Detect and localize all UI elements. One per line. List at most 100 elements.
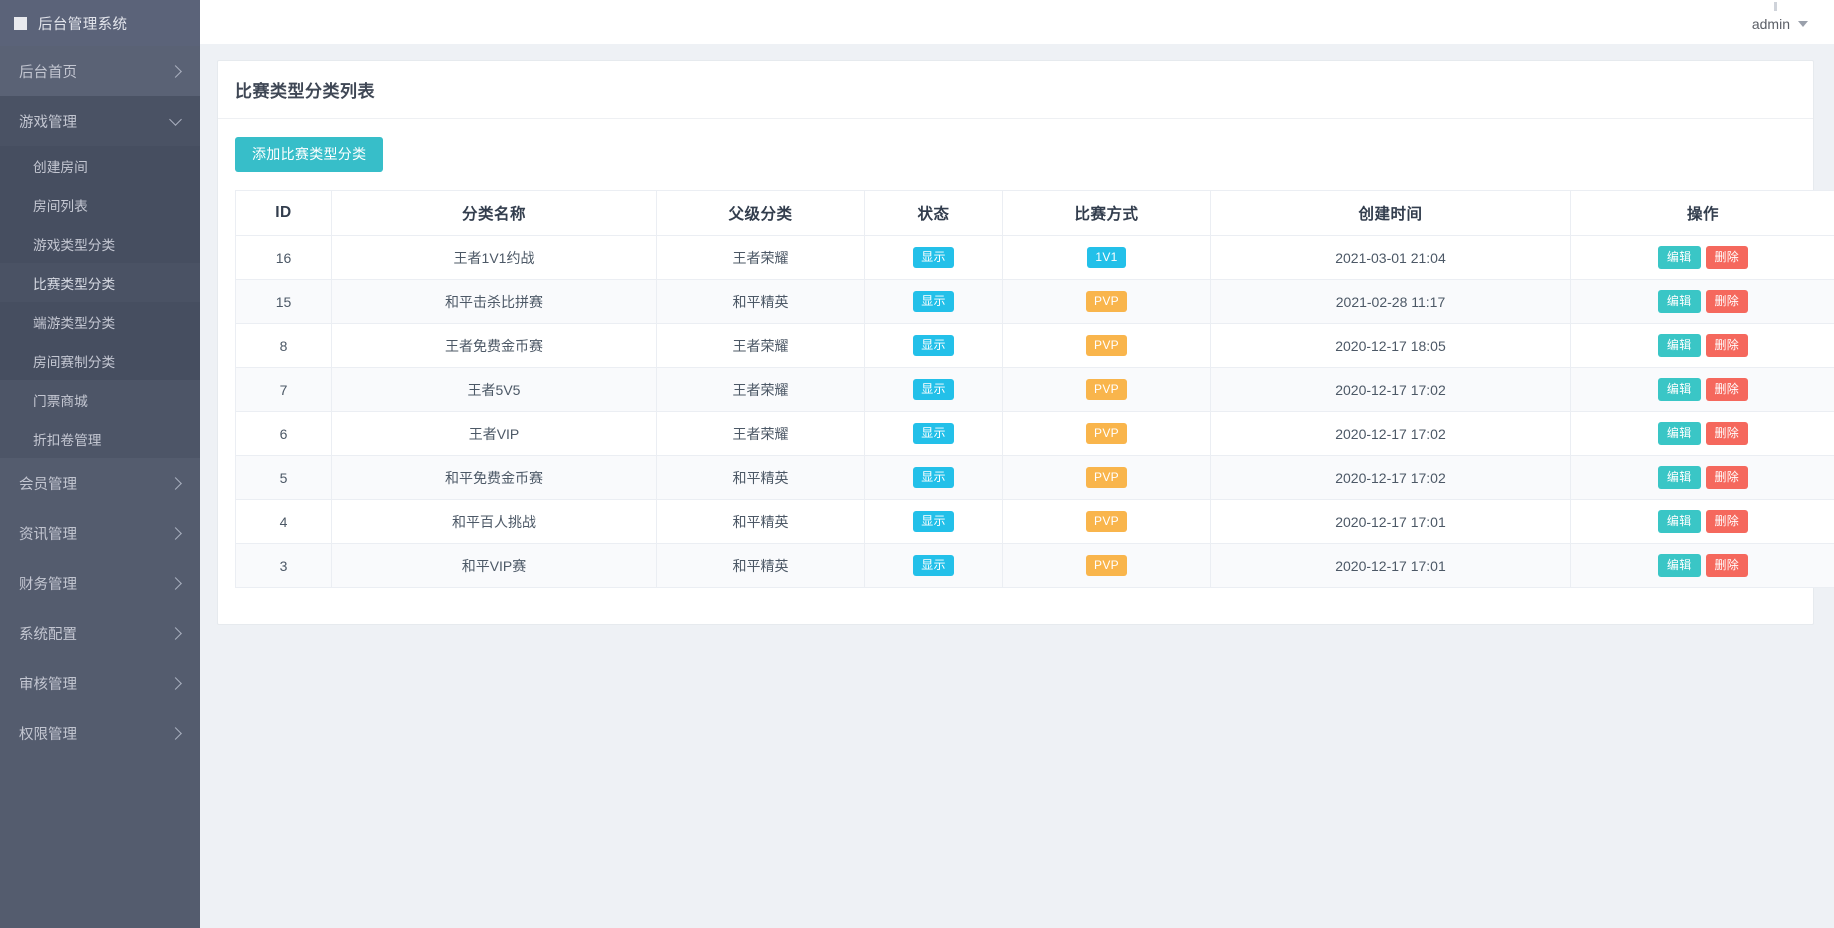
status-badge: 显示 [913, 467, 954, 488]
edit-button[interactable]: 编辑 [1658, 334, 1701, 357]
delete-button[interactable]: 删除 [1706, 378, 1749, 401]
table-column-header-1: 分类名称 [332, 191, 657, 236]
category-table: ID分类名称父级分类状态比赛方式创建时间操作 16王者1V1约战王者荣耀显示1V… [235, 190, 1834, 588]
delete-button[interactable]: 删除 [1706, 334, 1749, 357]
cell-state: 显示 [865, 324, 1003, 368]
sidebar-group-1[interactable]: 游戏管理 [0, 96, 200, 146]
table-column-header-3: 状态 [865, 191, 1003, 236]
sidebar-item-label: 创建房间 [33, 156, 88, 176]
sidebar-group-2[interactable]: 会员管理 [0, 458, 200, 508]
status-badge: 显示 [913, 511, 954, 532]
logo-square-icon [14, 17, 27, 30]
cell-created-time: 2020-12-17 17:01 [1211, 500, 1571, 544]
delete-button[interactable]: 删除 [1706, 246, 1749, 269]
delete-button[interactable]: 删除 [1706, 466, 1749, 489]
mode-badge: PVP [1086, 511, 1127, 532]
main-area: admin 比赛类型分类列表 添加比赛类型分类 [200, 0, 1834, 928]
sidebar-group-7[interactable]: 权限管理 [0, 708, 200, 758]
sidebar-item-1-2[interactable]: 游戏类型分类 [0, 224, 200, 263]
cell-created-time: 2020-12-17 17:02 [1211, 456, 1571, 500]
sidebar-submenu-1: 创建房间房间列表游戏类型分类比赛类型分类端游类型分类房间赛制分类门票商城折扣卷管… [0, 146, 200, 458]
chevron-right-icon [169, 477, 182, 490]
edit-button[interactable]: 编辑 [1658, 378, 1701, 401]
cell-name: 和平击杀比拼赛 [332, 280, 657, 324]
list-panel: 比赛类型分类列表 添加比赛类型分类 ID分类名称父级分类状态比赛方式创建时间操作 [217, 60, 1814, 625]
cell-mode: PVP [1003, 456, 1211, 500]
sidebar-group-label: 财务管理 [19, 573, 77, 594]
user-menu[interactable]: admin [1752, 12, 1808, 32]
sidebar-group-3[interactable]: 资讯管理 [0, 508, 200, 558]
edit-button[interactable]: 编辑 [1658, 290, 1701, 313]
cell-created-time: 2021-02-28 11:17 [1211, 280, 1571, 324]
cell-name: 和平百人挑战 [332, 500, 657, 544]
edit-button[interactable]: 编辑 [1658, 466, 1701, 489]
sidebar-item-1-7[interactable]: 折扣卷管理 [0, 419, 200, 458]
sidebar-item-1-5[interactable]: 房间赛制分类 [0, 341, 200, 380]
delete-button[interactable]: 删除 [1706, 510, 1749, 533]
delete-button[interactable]: 删除 [1706, 554, 1749, 577]
cell-parent: 王者荣耀 [657, 368, 865, 412]
cell-parent: 和平精英 [657, 456, 865, 500]
topbar: admin [200, 0, 1834, 44]
mode-badge: PVP [1086, 467, 1127, 488]
cell-name: 王者免费金币赛 [332, 324, 657, 368]
cell-id: 8 [236, 324, 332, 368]
cell-state: 显示 [865, 412, 1003, 456]
sidebar-item-label: 门票商城 [33, 390, 88, 410]
delete-button[interactable]: 删除 [1706, 290, 1749, 313]
sidebar-group-label: 系统配置 [19, 623, 77, 644]
sidebar: 后台管理系统 后台首页游戏管理创建房间房间列表游戏类型分类比赛类型分类端游类型分… [0, 0, 200, 928]
chevron-right-icon [169, 677, 182, 690]
cell-parent: 和平精英 [657, 544, 865, 588]
sidebar-group-6[interactable]: 审核管理 [0, 658, 200, 708]
cell-id: 16 [236, 236, 332, 280]
user-name-label: admin [1752, 16, 1790, 32]
sidebar-item-label: 游戏类型分类 [33, 234, 115, 254]
cell-id: 3 [236, 544, 332, 588]
sidebar-group-label: 资讯管理 [19, 523, 77, 544]
cell-mode: PVP [1003, 500, 1211, 544]
sidebar-item-1-1[interactable]: 房间列表 [0, 185, 200, 224]
operations-group: 编辑删除 [1571, 334, 1834, 357]
edit-button[interactable]: 编辑 [1658, 422, 1701, 445]
sidebar-item-1-4[interactable]: 端游类型分类 [0, 302, 200, 341]
table-row: 15和平击杀比拼赛和平精英显示PVP2021-02-28 11:17编辑删除 [236, 280, 1834, 324]
edit-button[interactable]: 编辑 [1658, 246, 1701, 269]
edit-button[interactable]: 编辑 [1658, 554, 1701, 577]
table-body: 16王者1V1约战王者荣耀显示1V12021-03-01 21:04编辑删除15… [236, 236, 1834, 588]
add-category-button[interactable]: 添加比赛类型分类 [235, 137, 383, 172]
cell-parent: 和平精英 [657, 500, 865, 544]
cell-mode: PVP [1003, 324, 1211, 368]
sidebar-item-label: 折扣卷管理 [33, 429, 101, 449]
cell-name: 和平免费金币赛 [332, 456, 657, 500]
delete-button[interactable]: 删除 [1706, 422, 1749, 445]
cell-parent: 王者荣耀 [657, 236, 865, 280]
cell-mode: PVP [1003, 368, 1211, 412]
status-badge: 显示 [913, 423, 954, 444]
table-row: 5和平免费金币赛和平精英显示PVP2020-12-17 17:02编辑删除 [236, 456, 1834, 500]
table-row: 6王者VIP王者荣耀显示PVP2020-12-17 17:02编辑删除 [236, 412, 1834, 456]
operations-group: 编辑删除 [1571, 378, 1834, 401]
table-row: 16王者1V1约战王者荣耀显示1V12021-03-01 21:04编辑删除 [236, 236, 1834, 280]
cell-operations: 编辑删除 [1571, 280, 1834, 324]
edit-button[interactable]: 编辑 [1658, 510, 1701, 533]
chevron-down-icon [1798, 21, 1808, 27]
cell-state: 显示 [865, 236, 1003, 280]
cell-created-time: 2021-03-01 21:04 [1211, 236, 1571, 280]
table-row: 4和平百人挑战和平精英显示PVP2020-12-17 17:01编辑删除 [236, 500, 1834, 544]
sidebar-item-1-0[interactable]: 创建房间 [0, 146, 200, 185]
sidebar-logo[interactable]: 后台管理系统 [0, 0, 200, 46]
cell-created-time: 2020-12-17 17:02 [1211, 368, 1571, 412]
sidebar-group-0[interactable]: 后台首页 [0, 46, 200, 96]
user-avatar-icon [1774, 2, 1777, 11]
mode-badge: PVP [1086, 379, 1127, 400]
sidebar-item-1-3[interactable]: 比赛类型分类 [0, 263, 200, 302]
cell-mode: PVP [1003, 412, 1211, 456]
sidebar-group-4[interactable]: 财务管理 [0, 558, 200, 608]
table-container: ID分类名称父级分类状态比赛方式创建时间操作 16王者1V1约战王者荣耀显示1V… [235, 190, 1796, 588]
sidebar-group-5[interactable]: 系统配置 [0, 608, 200, 658]
sidebar-item-1-6[interactable]: 门票商城 [0, 380, 200, 419]
cell-mode: 1V1 [1003, 236, 1211, 280]
cell-operations: 编辑删除 [1571, 456, 1834, 500]
content-area: 比赛类型分类列表 添加比赛类型分类 ID分类名称父级分类状态比赛方式创建时间操作 [200, 44, 1834, 928]
